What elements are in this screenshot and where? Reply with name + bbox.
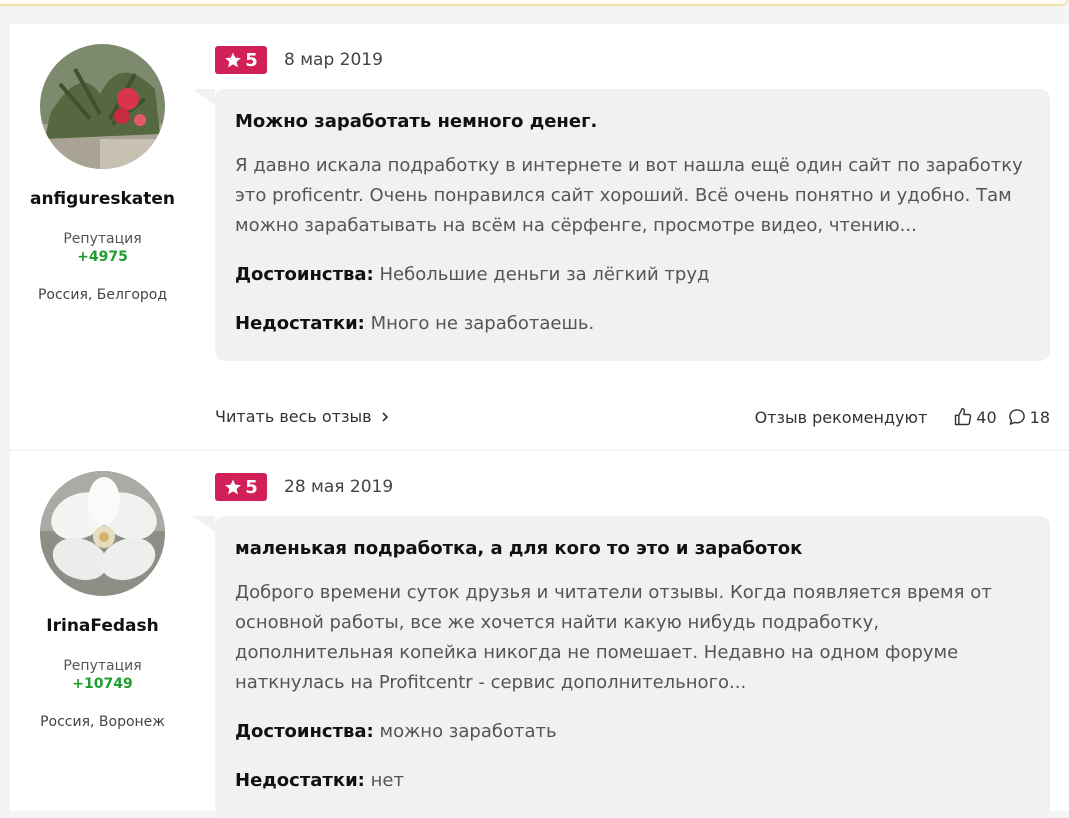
rating-badge: 5 xyxy=(215,473,267,501)
cons-label: Недостатки: xyxy=(235,770,365,791)
review-text: Доброго времени суток друзья и читатели … xyxy=(235,582,992,693)
review-bubble[interactable]: маленькая подработка, а для кого то это … xyxy=(193,516,1050,818)
review-cons: Недостатки: Много не заработаешь. xyxy=(235,309,1030,339)
author-location: Россия, Белгород xyxy=(37,287,168,303)
reputation-value: +10749 xyxy=(72,676,133,692)
review-footer: Читать весь отзыв Отзыв рекомендуют 40 1… xyxy=(215,407,1050,429)
username[interactable]: anfigureskaten xyxy=(10,189,195,209)
review-author: anfigureskaten Репутация +4975 Россия, Б… xyxy=(10,24,195,303)
review-cons: Недостатки: нет xyxy=(235,766,1030,796)
author-location: Россия, Воронеж xyxy=(40,714,165,730)
pros-text: можно заработать xyxy=(379,721,557,742)
read-more-label: Читать весь отзыв xyxy=(215,407,372,426)
read-more-link[interactable]: Читать весь отзыв xyxy=(215,407,390,426)
star-icon xyxy=(225,479,242,495)
like-count: 40 xyxy=(976,407,997,427)
cons-text: нет xyxy=(370,770,404,791)
review-header: 5 8 мар 2019 xyxy=(215,46,383,74)
chevron-right-icon xyxy=(382,411,388,422)
rating-value: 5 xyxy=(245,49,258,71)
review-title[interactable]: Можно заработать немного денег. xyxy=(235,109,1030,135)
review-date: 28 мая 2019 xyxy=(284,477,394,497)
top-banner xyxy=(0,0,1069,6)
review-pros: Достоинства: можно заработать xyxy=(235,717,1030,747)
review-pros: Достоинства: Небольшие деньги за лёгкий … xyxy=(235,260,1030,290)
comment-icon xyxy=(1008,409,1025,425)
thumbs-up-icon xyxy=(955,407,972,426)
comments-button[interactable]: 18 xyxy=(1007,407,1050,427)
username[interactable]: IrinaFedash xyxy=(10,616,195,636)
review-author: IrinaFedash Репутация +10749 Россия, Вор… xyxy=(10,451,195,730)
avatar[interactable] xyxy=(40,44,165,169)
review-stats: Отзыв рекомендуют 40 18 xyxy=(755,407,1050,427)
pros-text: Небольшие деньги за лёгкий труд xyxy=(379,264,710,285)
cons-text: Много не заработаешь. xyxy=(370,313,595,334)
reputation-value: +4975 xyxy=(77,249,128,265)
cons-label: Недостатки: xyxy=(235,313,365,334)
star-icon xyxy=(225,52,242,68)
comment-count: 18 xyxy=(1029,407,1050,427)
avatar[interactable] xyxy=(40,471,165,596)
pros-label: Достоинства: xyxy=(235,721,374,742)
pros-label: Достоинства: xyxy=(235,264,374,285)
review-bubble[interactable]: Можно заработать немного денег. Я давно … xyxy=(193,89,1050,361)
review-card: IrinaFedash Репутация +10749 Россия, Вор… xyxy=(10,451,1069,818)
review-title[interactable]: маленькая подработка, а для кого то это … xyxy=(235,536,1030,562)
review-header: 5 28 мая 2019 xyxy=(215,473,393,501)
review-card: anfigureskaten Репутация +4975 Россия, Б… xyxy=(10,24,1069,449)
reputation-label: Репутация xyxy=(63,658,142,674)
rating-value: 5 xyxy=(245,476,258,498)
recommend-label: Отзыв рекомендуют xyxy=(754,407,928,427)
review-text: Я давно искала подработку в интернете и … xyxy=(235,155,1023,236)
review-date: 8 мар 2019 xyxy=(284,50,383,70)
rating-badge: 5 xyxy=(215,46,267,74)
reputation-label: Репутация xyxy=(63,231,142,247)
like-button[interactable]: 40 xyxy=(953,407,997,427)
